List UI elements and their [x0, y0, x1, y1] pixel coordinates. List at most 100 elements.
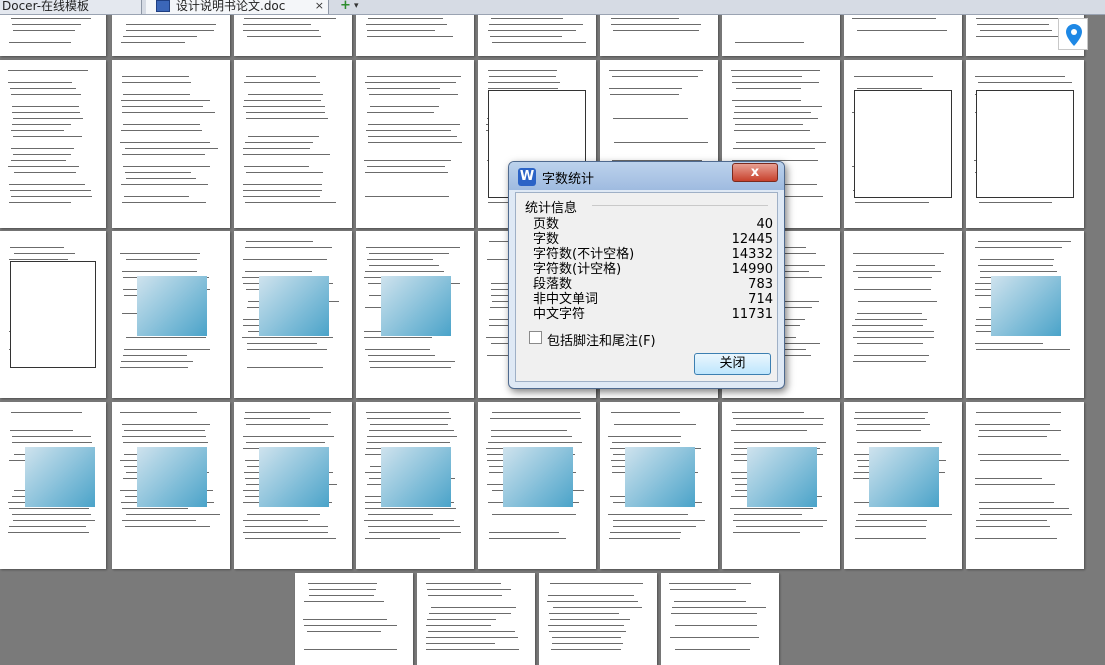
dialog-title: 字数统计: [542, 172, 595, 187]
text-line: [11, 130, 64, 131]
page-thumbnail[interactable]: [234, 60, 352, 228]
close-dialog-button[interactable]: x: [732, 163, 778, 182]
page-thumbnail[interactable]: [234, 402, 352, 569]
page-thumbnail[interactable]: [356, 231, 474, 398]
text-line: [243, 520, 308, 521]
text-line: [243, 82, 321, 83]
page-thumbnail[interactable]: [112, 231, 230, 398]
dialog-titlebar[interactable]: W 字数统计 x: [509, 162, 784, 190]
text-line: [11, 106, 79, 107]
text-line: [367, 136, 458, 137]
text-line: [609, 70, 704, 71]
text-line: [364, 538, 440, 539]
chevron-down-icon[interactable]: ▾: [354, 0, 359, 12]
page-thumbnail[interactable]: [844, 231, 962, 398]
page-thumbnail[interactable]: [0, 60, 106, 228]
text-line: [308, 589, 376, 590]
text-line: [489, 418, 581, 419]
page-thumbnail[interactable]: [112, 402, 230, 569]
text-line: [121, 508, 189, 509]
page-thumbnail[interactable]: [112, 60, 230, 228]
page-thumbnail[interactable]: [295, 573, 413, 665]
text-line: [364, 520, 454, 521]
page-thumbnail[interactable]: [0, 402, 106, 569]
text-line: [979, 514, 1073, 515]
text-line: [735, 526, 824, 527]
text-line: [976, 526, 1050, 527]
text-line: [304, 649, 398, 650]
figure-block: [25, 447, 95, 507]
page-thumbnail[interactable]: [661, 573, 779, 665]
text-line: [122, 82, 192, 83]
page-thumbnail[interactable]: [0, 231, 106, 398]
text-line: [369, 253, 449, 254]
text-line: [611, 412, 681, 413]
text-line: [732, 418, 825, 419]
text-line: [366, 76, 461, 77]
text-line: [857, 88, 923, 89]
text-line: [125, 337, 207, 338]
page-thumbnail[interactable]: [966, 231, 1084, 398]
text-line: [430, 607, 516, 608]
text-line: [125, 178, 196, 179]
page-thumbnail[interactable]: [417, 573, 535, 665]
figure-block: [991, 276, 1061, 336]
table-block: [976, 90, 1074, 198]
text-line: [245, 247, 333, 248]
text-line: [244, 142, 313, 143]
location-button[interactable]: [1058, 18, 1088, 50]
text-line: [491, 430, 568, 431]
text-line: [856, 313, 922, 314]
page-thumbnail[interactable]: [356, 402, 474, 569]
dialog-body: 统计信息 页数 40 字数 12445 字符数(不计空格) 14332 字符数(计空格…: [515, 192, 778, 382]
text-line: [490, 436, 573, 437]
text-line: [245, 76, 316, 77]
text-line: [976, 18, 1071, 19]
close-tab-icon[interactable]: ×: [315, 0, 324, 12]
text-line: [367, 112, 434, 113]
figure-block: [381, 447, 451, 507]
text-line: [365, 508, 456, 509]
text-line: [978, 82, 1072, 83]
text-line: [610, 18, 679, 19]
text-line: [978, 265, 1053, 266]
include-footnotes-label[interactable]: 包括脚注和尾注(F): [547, 330, 656, 349]
close-button[interactable]: 关闭: [694, 353, 771, 375]
text-line: [551, 637, 622, 638]
new-tab-button[interactable]: + ▾: [336, 0, 366, 14]
text-line: [852, 18, 936, 19]
text-line: [674, 649, 750, 650]
text-line: [308, 595, 374, 596]
stat-row-words: 字数 12445: [533, 232, 773, 247]
text-line: [247, 514, 321, 515]
page-thumbnail[interactable]: [722, 402, 840, 569]
text-line: [608, 514, 689, 515]
text-line: [11, 94, 81, 95]
stat-label: 字符数(不计空格): [533, 247, 635, 262]
page-thumbnail[interactable]: [844, 402, 962, 569]
tab-docer[interactable]: Docer-在线模板: [0, 0, 142, 14]
page-thumbnail[interactable]: [966, 60, 1084, 228]
text-line: [548, 613, 619, 614]
tab-document[interactable]: 设计说明书论文.doc ×: [146, 0, 329, 14]
text-line: [611, 76, 699, 77]
text-line: [489, 24, 583, 25]
text-line: [366, 30, 436, 31]
text-line: [855, 265, 935, 266]
page-thumbnail[interactable]: [356, 60, 474, 228]
text-line: [609, 88, 682, 89]
text-line: [855, 202, 929, 203]
page-thumbnail[interactable]: [234, 231, 352, 398]
text-line: [978, 430, 1061, 431]
page-thumbnail[interactable]: [844, 60, 962, 228]
text-line: [731, 100, 801, 101]
text-line: [11, 436, 91, 437]
page-thumbnail[interactable]: [600, 402, 718, 569]
page-thumbnail[interactable]: [478, 402, 596, 569]
page-thumbnail[interactable]: [539, 573, 657, 665]
text-line: [855, 430, 922, 431]
page-thumbnail[interactable]: [966, 402, 1084, 569]
include-footnotes-checkbox[interactable]: [529, 331, 542, 344]
stat-row-non-chinese-words: 非中文单词 714: [533, 292, 773, 307]
text-line: [735, 424, 823, 425]
